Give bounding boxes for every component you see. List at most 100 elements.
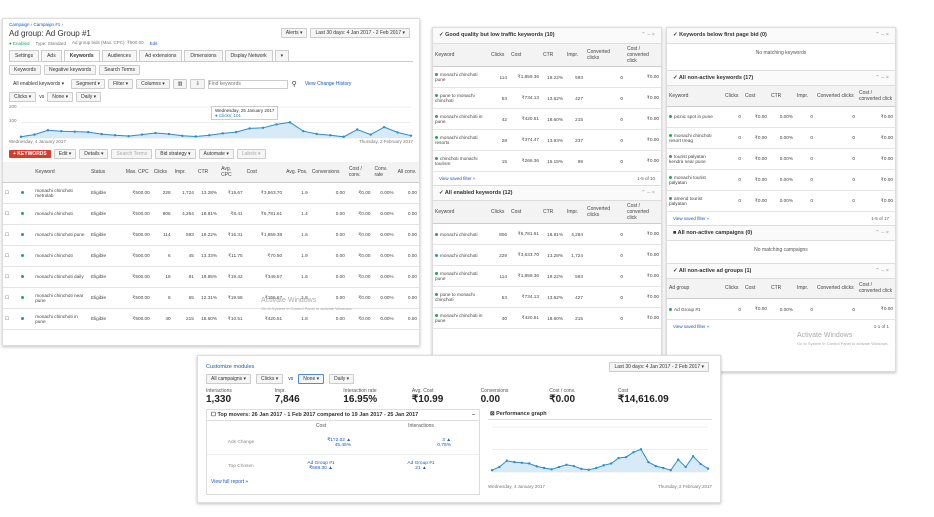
keyword-text[interactable]: pune to monachi chinchoti (435, 292, 475, 302)
keyword-link[interactable]: monachi chinchoti resorts (433, 129, 489, 151)
date-range-button[interactable]: Last 30 days: 4 Jan 2017 - 2 Feb 2017 ▾ (310, 28, 410, 38)
pager[interactable]: 1-5 of 10 (637, 176, 655, 181)
column-header[interactable]: Cost / conv. (346, 162, 373, 183)
column-header[interactable]: Cost / converted click (857, 86, 895, 107)
interval-select[interactable]: Daily ▾ (329, 374, 355, 384)
data-point[interactable] (550, 468, 553, 471)
filter-button[interactable]: Filter ▾ (108, 79, 134, 89)
data-point[interactable] (684, 465, 687, 469)
view-saved-filter-link[interactable]: View saved filter » (439, 176, 475, 181)
data-point[interactable] (208, 134, 211, 137)
data-point[interactable] (699, 462, 702, 466)
tab-more[interactable]: ▾ (274, 50, 290, 61)
status-dot-icon[interactable] (19, 308, 34, 330)
data-point[interactable] (127, 134, 130, 138)
subtab-search-terms[interactable]: Search Terms (99, 65, 140, 75)
row-checkbox[interactable]: ☐ (3, 266, 20, 288)
widget-controls[interactable]: ⌃ – × (641, 190, 655, 196)
column-header[interactable]: CTR (769, 278, 795, 299)
pager[interactable]: 1-5 of 17 (871, 216, 889, 221)
details-button[interactable]: Details ▾ (79, 149, 109, 159)
data-point[interactable] (587, 468, 591, 471)
metric1-select[interactable]: Clicks ▾ (9, 92, 37, 102)
data-point[interactable] (617, 456, 620, 460)
data-point[interactable] (505, 459, 509, 462)
column-header[interactable]: Converted clicks (815, 86, 857, 107)
data-point[interactable] (33, 133, 36, 136)
data-point[interactable] (654, 464, 658, 468)
widget-controls[interactable]: ⌃ – × (641, 32, 655, 39)
keyword-text[interactable]: tourist palyatan kendra near pune (669, 154, 706, 164)
data-point[interactable] (356, 128, 359, 131)
column-header[interactable]: CTR (541, 201, 565, 224)
column-header[interactable]: Cost (743, 86, 769, 107)
row-checkbox[interactable]: ☐ (3, 245, 20, 267)
data-point[interactable] (288, 121, 292, 124)
row-checkbox[interactable]: ☐ (3, 224, 20, 246)
column-header[interactable]: All conv. (395, 162, 419, 183)
data-point[interactable] (639, 448, 643, 451)
keyword-link[interactable]: monachi chinchoti (433, 244, 489, 266)
widget-controls[interactable]: ⌃ – × (875, 75, 889, 81)
row-checkbox[interactable]: ☐ (3, 203, 20, 225)
interval-select[interactable]: Daily ▾ (76, 92, 102, 102)
data-point[interactable] (234, 130, 238, 134)
edit-button[interactable]: Edit ▾ (53, 149, 77, 159)
keyword-link[interactable]: monachi chinchoti (33, 203, 89, 225)
data-point[interactable] (609, 462, 613, 465)
widget-controls[interactable]: ⌃ – × (875, 32, 889, 39)
column-header[interactable]: Impr. (172, 162, 196, 183)
data-point[interactable] (535, 465, 538, 468)
widget-controls[interactable]: ⌃ – × (875, 230, 889, 236)
keyword-link[interactable]: picnic spot in pune (667, 106, 723, 128)
data-point[interactable] (113, 134, 117, 137)
mover-cost-2[interactable]: Ad Group #1 ₹568.30 ▲ (271, 461, 371, 471)
keyword-text[interactable]: monachi chinchoti pune (435, 72, 478, 82)
data-point[interactable] (565, 463, 568, 466)
mover-int-2[interactable]: Ad Group #1 21 ▲ (371, 461, 471, 471)
date-range-button[interactable]: Last 30 days: 4 Jan 2017 - 2 Feb 2017 ▾ (609, 362, 709, 372)
metric1-select[interactable]: Clicks ▾ (256, 374, 284, 384)
data-point[interactable] (572, 464, 576, 468)
find-keywords-input[interactable] (207, 79, 288, 89)
data-point[interactable] (194, 135, 198, 138)
data-point[interactable] (60, 129, 63, 133)
data-point[interactable] (261, 126, 265, 129)
campaigns-select[interactable]: All campaigns ▾ (206, 374, 252, 384)
data-point[interactable] (396, 131, 399, 134)
column-header[interactable]: Max. CPC (123, 162, 152, 183)
keyword-text[interactable]: monachi chinchoti resort treag (669, 133, 712, 143)
column-header[interactable]: CTR (195, 162, 220, 183)
row-checkbox[interactable]: ☐ (3, 287, 20, 309)
status-dot-icon[interactable] (19, 182, 34, 204)
search-icon[interactable]: ⚲ (292, 80, 297, 88)
column-header[interactable]: Cost (743, 278, 769, 299)
data-point[interactable] (528, 462, 531, 465)
keyword-text[interactable]: monachi chinchoti (440, 253, 478, 258)
column-header[interactable]: Impr. (795, 86, 815, 107)
subtab-keywords[interactable]: Keywords (9, 65, 41, 75)
data-point[interactable] (19, 135, 23, 138)
keyword-link[interactable]: Ad Group #1 (667, 298, 723, 320)
keyword-text[interactable]: monachi chinchoti in pune (435, 313, 482, 323)
column-header[interactable]: Clicks (489, 44, 509, 67)
column-header[interactable]: Avg. Pos. (284, 162, 310, 183)
keyword-text[interactable]: picnic spot in pune (674, 114, 713, 119)
data-point[interactable] (100, 132, 103, 136)
status-dot-icon[interactable] (19, 245, 34, 267)
status-dot-icon[interactable] (19, 287, 34, 309)
edit-link[interactable]: Edit (150, 41, 158, 46)
keyword-link[interactable]: pune to monachi chinchoti (433, 286, 489, 308)
data-point[interactable] (691, 455, 695, 458)
keyword-link[interactable]: monachi chinchoti in pune (33, 308, 89, 330)
search-terms-button[interactable]: Search Terms (111, 149, 153, 159)
column-header[interactable]: Cost / converted click (625, 201, 661, 224)
keyword-link[interactable]: chinchoti monachi tourism (433, 150, 489, 172)
metric2-select[interactable]: None ▾ (47, 92, 74, 102)
tab-display-network[interactable]: Display Network (224, 50, 273, 61)
data-point[interactable] (662, 466, 665, 470)
data-point[interactable] (498, 465, 501, 469)
tab-audiences[interactable]: Audiences (101, 50, 137, 61)
keyword-text[interactable]: monachi chinchoti resorts (435, 135, 478, 145)
keyword-text[interactable]: monachi chinchoti in pune (435, 114, 482, 124)
